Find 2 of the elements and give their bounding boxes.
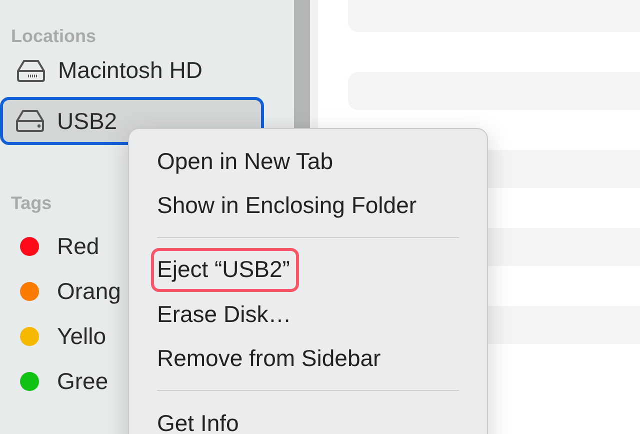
section-heading: Locations [11, 25, 96, 48]
section-heading: Tags [11, 192, 52, 215]
